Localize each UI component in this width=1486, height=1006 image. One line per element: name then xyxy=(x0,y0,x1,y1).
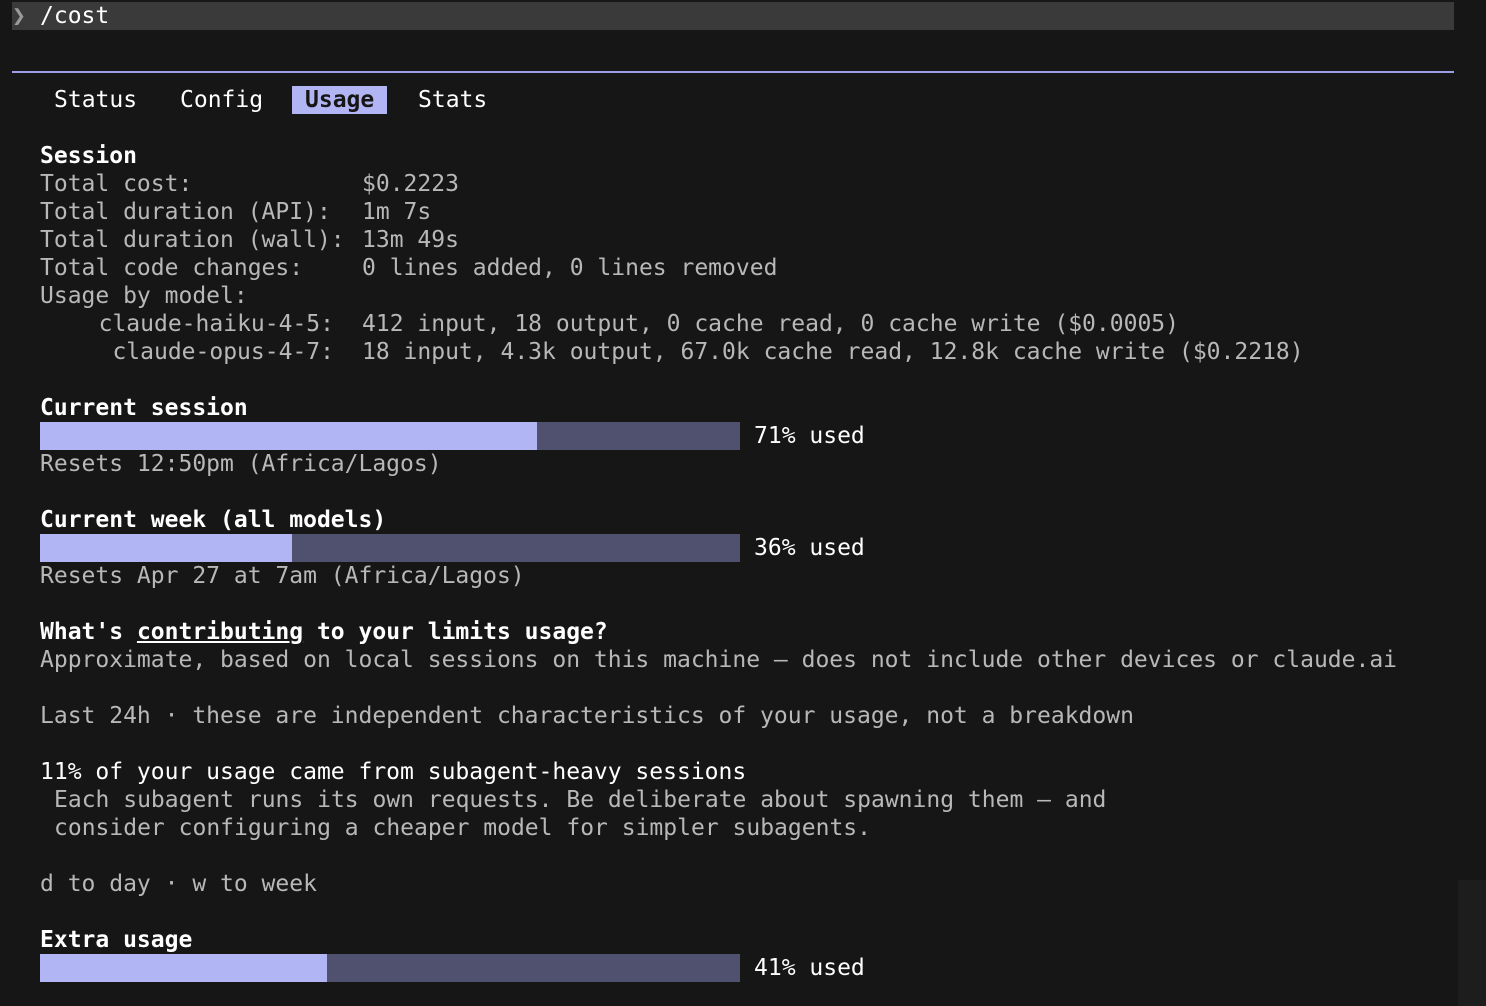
total-cost-value: $0.2223 xyxy=(362,171,459,197)
contributing-heading: What's contributing to your limits usage… xyxy=(40,618,608,646)
current-week-heading: Current week (all models) xyxy=(40,507,387,533)
current-week-progress-bar xyxy=(40,534,740,562)
model-usage: 412 input, 18 output, 0 cache read, 0 ca… xyxy=(362,311,1179,337)
duration-wall-label: Total duration (wall): xyxy=(40,227,345,253)
contributing-link[interactable]: contributing xyxy=(137,619,303,645)
current-session-resets: Resets 12:50pm (Africa/Lagos) xyxy=(40,451,442,477)
command-text[interactable]: /cost xyxy=(40,2,109,30)
insight-title: 11% of your usage came from subagent-hea… xyxy=(40,759,747,785)
command-input-bar[interactable] xyxy=(12,2,1454,30)
code-changes-row: Total code changes: 0 lines added, 0 line… xyxy=(40,254,777,282)
tab-config[interactable]: Config xyxy=(167,86,276,114)
extra-usage-progress-bar xyxy=(40,954,740,982)
period-note: Last 24h · these are independent charact… xyxy=(40,703,1134,729)
contributing-note: Approximate, based on local sessions on … xyxy=(40,647,1398,673)
contributing-heading-pre: What's xyxy=(40,619,137,645)
scrollbar-thumb[interactable] xyxy=(1458,880,1486,1006)
duration-api-row: Total duration (API): 1m 7s xyxy=(40,198,431,226)
duration-api-value: 1m 7s xyxy=(362,199,432,225)
current-session-used-label: 71% used xyxy=(754,423,865,449)
chevron-right-icon: ❯ xyxy=(12,3,26,29)
extra-usage-used-label: 41% used xyxy=(754,955,865,981)
model-row: claude-haiku-4-5: 412 input, 18 output, 0… xyxy=(40,310,1179,338)
total-cost-row: Total cost: $0.2223 xyxy=(40,170,459,198)
extra-usage-heading: Extra usage xyxy=(40,927,193,953)
current-session-heading: Current session xyxy=(40,395,248,421)
duration-wall-value: 13m 49s xyxy=(362,227,459,253)
total-cost-label: Total cost: xyxy=(40,171,193,197)
current-week-resets: Resets Apr 27 at 7am (Africa/Lagos) xyxy=(40,563,525,589)
panel-divider xyxy=(12,71,1454,73)
insight-line: Each subagent runs its own requests. Be … xyxy=(54,787,1107,813)
extra-usage-progress-fill xyxy=(40,954,327,982)
session-heading: Session xyxy=(40,143,137,169)
duration-wall-row: Total duration (wall): 13m 49s xyxy=(40,226,459,254)
model-name: claude-haiku-4-5: xyxy=(98,311,334,337)
code-changes-label: Total code changes: xyxy=(40,255,304,281)
tab-usage[interactable]: Usage xyxy=(292,86,388,114)
duration-api-label: Total duration (API): xyxy=(40,199,331,225)
current-session-progress-bar xyxy=(40,422,740,450)
usage-by-model-label: Usage by model: xyxy=(40,283,248,309)
code-changes-value: 0 lines added, 0 lines removed xyxy=(362,255,778,281)
model-usage: 18 input, 4.3k output, 67.0k cache read,… xyxy=(362,339,1304,365)
model-name: claude-opus-4-7: xyxy=(112,339,334,365)
tab-stats[interactable]: Stats xyxy=(405,86,500,114)
current-week-progress-fill xyxy=(40,534,292,562)
current-session-progress-fill xyxy=(40,422,537,450)
insight-line: consider configuring a cheaper model for… xyxy=(54,815,871,841)
keys-hint: d to day · w to week xyxy=(40,871,317,897)
model-row: claude-opus-4-7: 18 input, 4.3k output, 6… xyxy=(40,338,1304,366)
contributing-heading-post: to your limits usage? xyxy=(303,619,608,645)
tab-status[interactable]: Status xyxy=(41,86,150,114)
current-week-used-label: 36% used xyxy=(754,535,865,561)
